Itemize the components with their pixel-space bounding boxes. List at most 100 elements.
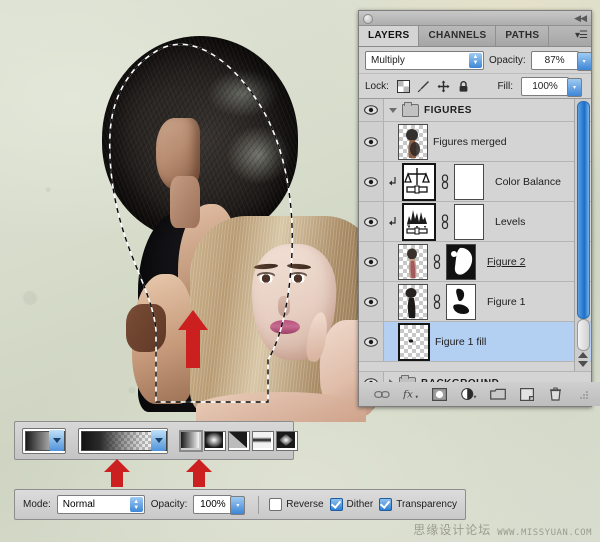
layer-row-figure-1-fill[interactable]: Figure 1 fill bbox=[359, 322, 591, 362]
transparency-checkbox[interactable] bbox=[379, 498, 393, 511]
watermark-chinese-text: 思缘设计论坛 bbox=[413, 523, 492, 537]
layer-row-figure-2[interactable]: Figure 2 bbox=[359, 242, 591, 282]
layer-name: Color Balance bbox=[495, 175, 561, 188]
new-adjustment-layer-icon[interactable] bbox=[460, 387, 477, 402]
gradient-preset-picker[interactable] bbox=[22, 427, 66, 454]
dither-checkbox[interactable] bbox=[329, 498, 343, 511]
lock-transparent-pixels-icon[interactable] bbox=[396, 79, 410, 93]
layer-row-levels[interactable]: Levels bbox=[359, 202, 591, 242]
new-group-icon[interactable] bbox=[489, 387, 506, 402]
radial-gradient-button[interactable] bbox=[204, 430, 226, 451]
lock-image-pixels-icon[interactable] bbox=[417, 80, 430, 93]
layer-thumbnail[interactable] bbox=[398, 123, 428, 160]
stepper-icon[interactable]: ▲ ▼ bbox=[129, 497, 143, 512]
mode-select[interactable]: Normal ▲ ▼ bbox=[56, 495, 145, 514]
panel-titlebar[interactable]: ◀◀ bbox=[359, 11, 591, 26]
layer-mask-thumbnail[interactable] bbox=[454, 203, 484, 240]
color-balance-icon[interactable] bbox=[402, 162, 436, 201]
layer-mask-thumbnail[interactable] bbox=[446, 283, 476, 320]
panel-tabbar: LAYERS CHANNELS PATHS ▾☰ bbox=[359, 26, 591, 47]
fill-value: 100% bbox=[532, 80, 558, 92]
opacity-input[interactable]: 87% ▾ bbox=[530, 50, 592, 71]
scroll-down-arrow-icon[interactable] bbox=[578, 361, 588, 367]
diamond-gradient-button[interactable] bbox=[276, 430, 298, 451]
dither-label: Dither bbox=[346, 499, 374, 510]
layers-list[interactable]: FIGURES Figures merged Color Balance Lev… bbox=[359, 99, 591, 371]
chevron-down-icon[interactable] bbox=[151, 429, 166, 451]
transparency-checkbox-wrap[interactable]: Transparency bbox=[379, 498, 457, 511]
layer-mask-thumbnail[interactable] bbox=[446, 243, 476, 280]
visibility-toggle[interactable] bbox=[359, 282, 384, 321]
mode-value: Normal bbox=[62, 499, 96, 510]
chevron-down-icon[interactable] bbox=[49, 429, 64, 451]
stepper-icon[interactable]: ▲ ▼ bbox=[469, 52, 482, 68]
lock-position-icon[interactable] bbox=[437, 80, 450, 93]
mask-link-icon[interactable] bbox=[441, 173, 449, 190]
scrollbar-thumb-lower[interactable] bbox=[577, 319, 590, 351]
reverse-checkbox-wrap[interactable]: Reverse bbox=[269, 498, 324, 511]
blend-mode-row: Multiply ▲ ▼ Opacity: 87% ▾ bbox=[359, 47, 592, 74]
panel-close-icon[interactable] bbox=[363, 14, 373, 24]
visibility-toggle[interactable] bbox=[359, 99, 384, 121]
tab-channels[interactable]: CHANNELS bbox=[419, 26, 497, 46]
layer-name: Levels bbox=[495, 215, 526, 228]
visibility-toggle[interactable] bbox=[359, 162, 384, 201]
clipping-mask-arrow-icon bbox=[388, 216, 397, 227]
layer-thumbnail[interactable] bbox=[398, 322, 430, 361]
delete-layer-icon[interactable] bbox=[548, 387, 564, 402]
chevron-down-icon[interactable]: ▾ bbox=[230, 496, 246, 515]
reverse-checkbox[interactable] bbox=[269, 498, 283, 511]
svg-text:fx: fx bbox=[403, 388, 413, 401]
link-layers-icon[interactable] bbox=[373, 387, 390, 402]
layer-name[interactable]: Figure 2 bbox=[487, 256, 526, 268]
blonde-model-eye-left bbox=[256, 274, 276, 283]
mode-opacity-value: 100% bbox=[200, 499, 226, 510]
scroll-up-arrow-icon[interactable] bbox=[578, 352, 588, 358]
layer-name: Figure 1 bbox=[487, 295, 526, 308]
mask-link-icon[interactable] bbox=[433, 253, 441, 270]
layer-thumbnail[interactable] bbox=[398, 243, 428, 280]
layer-row-figures-group[interactable]: FIGURES bbox=[359, 99, 591, 122]
watermark-url: WWW.MISSYUAN.COM bbox=[497, 528, 592, 538]
visibility-toggle[interactable] bbox=[359, 322, 384, 361]
blend-mode-select[interactable]: Multiply ▲ ▼ bbox=[365, 50, 484, 70]
add-layer-mask-icon[interactable] bbox=[432, 387, 448, 402]
reflected-gradient-button[interactable] bbox=[252, 430, 274, 451]
scrollbar-thumb[interactable] bbox=[577, 101, 590, 319]
blonde-model-shoulder bbox=[196, 392, 366, 422]
panel-resize-grip[interactable] bbox=[577, 387, 593, 402]
panel-menu-icon[interactable]: ▾☰ bbox=[575, 30, 588, 41]
linear-gradient-button[interactable] bbox=[179, 429, 203, 452]
group-disclosure-triangle[interactable] bbox=[389, 107, 397, 113]
collapse-double-arrow-icon[interactable]: ◀◀ bbox=[574, 13, 587, 24]
dither-checkbox-wrap[interactable]: Dither bbox=[329, 498, 374, 511]
visibility-toggle[interactable] bbox=[359, 242, 384, 281]
gradient-type-group bbox=[179, 429, 298, 452]
levels-icon[interactable] bbox=[402, 202, 436, 241]
layer-name: Figures merged bbox=[433, 135, 507, 148]
layer-row-color-balance[interactable]: Color Balance bbox=[359, 162, 591, 202]
chevron-down-icon[interactable]: ▾ bbox=[576, 51, 592, 71]
blonde-model-eye-right bbox=[288, 274, 308, 283]
reverse-label: Reverse bbox=[286, 499, 324, 510]
tab-paths[interactable]: PATHS bbox=[496, 26, 550, 46]
visibility-toggle[interactable] bbox=[359, 202, 384, 241]
mode-opacity-input[interactable]: 100% ▾ bbox=[193, 495, 246, 515]
new-layer-icon[interactable] bbox=[519, 387, 535, 402]
visibility-toggle[interactable] bbox=[359, 122, 384, 161]
layers-scrollbar[interactable] bbox=[574, 99, 590, 371]
layer-style-fx-icon[interactable]: fx bbox=[403, 387, 419, 402]
angle-gradient-button[interactable] bbox=[228, 430, 250, 451]
lock-all-icon[interactable] bbox=[457, 80, 470, 93]
layer-row-figures-merged[interactable]: Figures merged bbox=[359, 122, 591, 162]
layer-mask-thumbnail[interactable] bbox=[454, 163, 484, 200]
fill-input[interactable]: 100% ▾ bbox=[521, 76, 582, 97]
chevron-down-icon[interactable]: ▾ bbox=[567, 77, 582, 97]
layer-row-figure-1[interactable]: Figure 1 bbox=[359, 282, 591, 322]
opacity-value: 87% bbox=[544, 54, 565, 66]
mask-link-icon[interactable] bbox=[441, 213, 449, 230]
layer-thumbnail[interactable] bbox=[398, 283, 428, 320]
gradient-editor-swatch[interactable] bbox=[78, 427, 168, 454]
tab-layers[interactable]: LAYERS bbox=[359, 26, 420, 46]
mask-link-icon[interactable] bbox=[433, 293, 441, 310]
